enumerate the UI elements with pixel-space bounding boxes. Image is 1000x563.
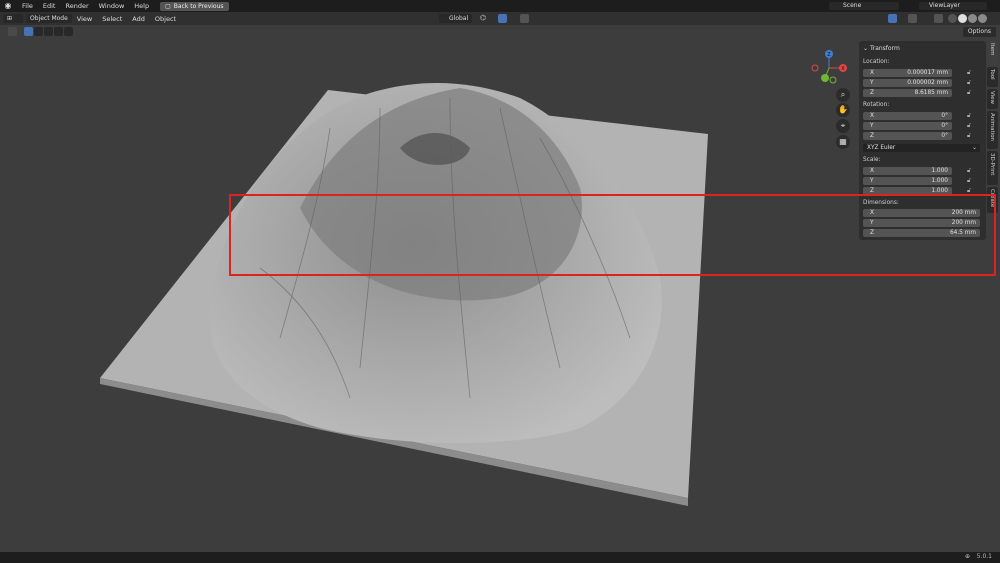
lock-scale-x-icon[interactable]: 🔓︎ <box>967 168 973 174</box>
gizmo-x-label: X <box>841 66 845 72</box>
location-label: Location: <box>863 59 890 65</box>
tab-3d-print[interactable]: 3D-Print <box>987 151 998 185</box>
camera-view-icon[interactable]: ⌖ <box>836 119 850 133</box>
lock-location-y-icon[interactable]: 🔓︎ <box>967 80 973 86</box>
rotation-z-field[interactable]: Z 0° <box>863 132 952 140</box>
back-icon: ▢ <box>165 2 171 10</box>
rotation-label: Rotation: <box>863 102 890 108</box>
options-dropdown[interactable]: Options <box>962 27 996 37</box>
lock-rotation-y-icon[interactable]: 🔓︎ <box>967 123 973 129</box>
location-z-field[interactable]: Z 8.6185 mm <box>863 89 952 97</box>
transform-title: Transform <box>869 45 900 52</box>
sidebar-tabs: Item Tool View Animation 3D-Print Create <box>987 41 998 213</box>
solid-shading-icon[interactable] <box>958 14 967 23</box>
menu-help[interactable]: Help <box>129 0 154 12</box>
select-mode-new-icon[interactable] <box>24 27 33 36</box>
rendered-shading-icon[interactable] <box>978 14 987 23</box>
wireframe-shading-icon[interactable] <box>948 14 957 23</box>
tab-item[interactable]: Item <box>987 41 998 65</box>
3d-viewport[interactable] <box>0 38 1000 552</box>
proportional-edit-icon[interactable] <box>520 14 529 23</box>
gizmo-toggle-icon[interactable] <box>888 14 897 23</box>
menu-select[interactable]: Select <box>97 13 127 25</box>
mode-dropdown[interactable]: Object Mode <box>26 14 72 23</box>
menu-view[interactable]: View <box>72 13 97 25</box>
overlay-toggle-icon[interactable] <box>908 14 917 23</box>
status-bar: 5.0.1 ⊕ <box>0 552 1000 563</box>
lock-scale-y-icon[interactable]: 🔓︎ <box>967 178 973 184</box>
lock-rotation-x-icon[interactable]: 🔓︎ <box>967 113 973 119</box>
menu-object[interactable]: Object <box>150 13 181 25</box>
tab-view[interactable]: View <box>987 89 998 109</box>
location-x-field[interactable]: X 0.000017 mm <box>863 69 952 77</box>
rotation-x-field[interactable]: X 0° <box>863 112 952 120</box>
navigation-gizmo[interactable]: X Z <box>805 48 853 86</box>
viewport-shading-controls <box>866 13 996 24</box>
blender-logo-icon[interactable]: ◉ <box>3 1 13 11</box>
version-label: 5.0.1 <box>976 553 992 560</box>
select-mode-difference-icon[interactable] <box>54 27 63 36</box>
pivot-icon[interactable]: ⌬ <box>480 14 486 22</box>
editor-type-icon[interactable]: ⊞ <box>3 14 23 23</box>
pan-hand-icon[interactable]: ✋ <box>836 103 850 117</box>
gizmo-neg-x[interactable] <box>811 64 819 72</box>
scene-selector[interactable]: Scene <box>829 2 899 10</box>
gizmo-neg-y[interactable] <box>829 76 837 84</box>
select-mode-intersect-icon[interactable] <box>64 27 73 36</box>
back-to-previous-button[interactable]: ▢ Back to Previous <box>160 1 229 11</box>
xray-toggle-icon[interactable] <box>934 14 943 23</box>
select-mode-subtract-icon[interactable] <box>44 27 53 36</box>
collapse-chevron-icon: ⌄ <box>863 45 869 52</box>
lock-location-x-icon[interactable]: 🔓︎ <box>967 70 973 76</box>
tool-settings-bar <box>0 26 1000 38</box>
select-mode-extend-icon[interactable] <box>34 27 43 36</box>
gizmo-y-axis[interactable] <box>821 74 829 82</box>
scale-x-field[interactable]: X 1.000 <box>863 167 952 175</box>
tab-tool[interactable]: Tool <box>987 67 998 87</box>
lock-location-z-icon[interactable]: 🔓︎ <box>967 90 973 96</box>
gizmo-z-label: Z <box>827 52 831 58</box>
orientation-label: Global <box>449 15 469 22</box>
scale-label: Scale: <box>863 157 881 163</box>
menu-file[interactable]: File <box>17 0 38 12</box>
material-shading-icon[interactable] <box>968 14 977 23</box>
rotation-mode-dropdown[interactable]: XYZ Euler ⌄ <box>863 144 980 152</box>
menu-edit[interactable]: Edit <box>38 0 61 12</box>
perspective-grid-icon[interactable]: ▦ <box>836 135 850 149</box>
red-highlight-box <box>229 194 996 276</box>
rotation-y-field[interactable]: Y 0° <box>863 122 952 130</box>
scale-y-field[interactable]: Y 1.000 <box>863 177 952 185</box>
menu-add[interactable]: Add <box>127 13 150 25</box>
location-y-field[interactable]: Y 0.000002 mm <box>863 79 952 87</box>
snap-icon[interactable] <box>498 14 507 23</box>
menu-render[interactable]: Render <box>60 0 93 12</box>
transform-panel-header[interactable]: ⌄ Transform <box>863 45 900 52</box>
menu-window[interactable]: Window <box>94 0 130 12</box>
snapping-controls[interactable]: ⌬ <box>480 14 535 23</box>
zoom-icon[interactable]: ⌕ <box>836 88 850 102</box>
network-icon: ⊕ <box>964 553 970 560</box>
view-layer-selector[interactable]: ViewLayer <box>919 2 987 10</box>
transform-orientation-dropdown[interactable]: Global <box>439 14 473 23</box>
tab-animation[interactable]: Animation <box>987 111 998 149</box>
rotation-mode-value: XYZ Euler <box>867 145 896 151</box>
scene-name: Scene <box>843 2 862 9</box>
lock-rotation-z-icon[interactable]: 🔓︎ <box>967 133 973 139</box>
view-layer-name: ViewLayer <box>929 2 960 9</box>
back-to-previous-label: Back to Previous <box>173 2 224 10</box>
tool-icon[interactable] <box>8 27 17 36</box>
chevron-down-icon: ⌄ <box>972 145 977 151</box>
